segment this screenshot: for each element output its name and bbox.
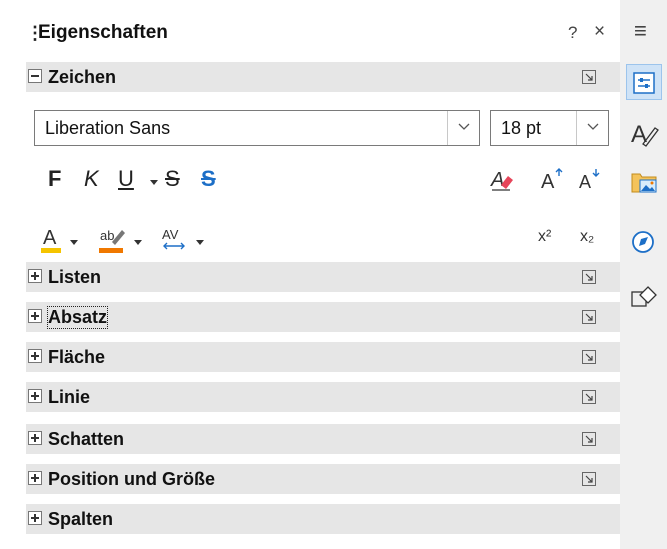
- section-label: Zeichen: [48, 67, 117, 87]
- shadow-button[interactable]: S: [201, 166, 216, 192]
- character-spacing-button[interactable]: AV: [160, 224, 190, 259]
- chevron-down-icon: [587, 123, 599, 130]
- section-label: Listen: [48, 267, 102, 287]
- svg-text:A: A: [541, 171, 555, 192]
- styles-icon: A: [631, 121, 659, 148]
- gallery-icon: [631, 173, 657, 193]
- superscript-button[interactable]: x²: [538, 228, 551, 246]
- shrink-font-icon: A: [579, 169, 600, 192]
- section-spalten[interactable]: Spalten: [26, 504, 620, 534]
- svg-text:A: A: [490, 169, 504, 191]
- svg-text:A: A: [43, 227, 57, 249]
- expand-icon[interactable]: [28, 471, 42, 485]
- more-options-icon[interactable]: [582, 432, 596, 446]
- section-label: Position und Größe: [48, 469, 215, 489]
- sidebar-menu-button[interactable]: ≡: [634, 18, 647, 44]
- help-button[interactable]: ?: [568, 23, 577, 43]
- subscript-button[interactable]: x₂: [580, 228, 594, 246]
- svg-text:A: A: [579, 172, 591, 192]
- font-size-combobox[interactable]: 18 pt: [490, 110, 609, 146]
- section-zeichen-header[interactable]: Zeichen: [26, 62, 620, 92]
- section-label: Fläche: [48, 347, 106, 367]
- expand-icon[interactable]: [28, 389, 42, 403]
- collapse-icon[interactable]: [28, 69, 42, 83]
- highlight-dropdown-icon[interactable]: [134, 240, 142, 245]
- section-linie[interactable]: Linie: [26, 382, 620, 412]
- section-label: Linie: [48, 387, 91, 407]
- strikethrough-button[interactable]: S: [165, 166, 180, 192]
- character-spacing-dropdown-icon[interactable]: [196, 240, 204, 245]
- font-size-dropdown-button[interactable]: [576, 111, 608, 145]
- character-spacing-icon: AV: [162, 227, 185, 250]
- underline-dropdown-icon[interactable]: [150, 180, 158, 185]
- expand-icon[interactable]: [28, 349, 42, 363]
- sidebar-tab-navigator[interactable]: [626, 224, 662, 260]
- expand-icon[interactable]: [28, 309, 42, 323]
- grow-font-button[interactable]: A: [540, 166, 566, 197]
- italic-button[interactable]: K: [84, 166, 99, 192]
- font-size-value: 18 pt: [501, 118, 542, 138]
- font-name-value: Liberation Sans: [45, 118, 171, 138]
- shrink-font-button[interactable]: A: [578, 166, 604, 197]
- properties-panel: ⋮ Eigenschaften ? × Zeichen Liberation S…: [0, 0, 620, 549]
- font-color-icon: A: [41, 227, 61, 253]
- more-options-icon[interactable]: [582, 70, 596, 84]
- bold-button[interactable]: F: [48, 166, 61, 192]
- clear-formatting-button[interactable]: A: [490, 166, 514, 197]
- panel-titlebar: ⋮ Eigenschaften ? ×: [0, 0, 620, 62]
- font-name-combobox[interactable]: Liberation Sans: [34, 110, 480, 146]
- underline-button[interactable]: U: [118, 166, 134, 192]
- panel-title: Eigenschaften: [38, 22, 168, 43]
- expand-icon[interactable]: [28, 511, 42, 525]
- sidebar-tab-shapes[interactable]: [626, 280, 662, 316]
- font-name-dropdown-button[interactable]: [447, 111, 479, 145]
- sidebar-tab-properties[interactable]: [626, 64, 662, 100]
- sidebar-tab-styles[interactable]: A: [626, 114, 662, 150]
- section-absatz[interactable]: Absatz: [26, 302, 620, 332]
- more-options-icon[interactable]: [582, 270, 596, 284]
- highlight-icon: ab: [99, 228, 125, 253]
- shapes-icon: [631, 286, 657, 307]
- grow-font-icon: A: [541, 168, 563, 193]
- section-schatten[interactable]: Schatten: [26, 424, 620, 454]
- properties-icon: [633, 72, 655, 94]
- svg-text:A: A: [631, 121, 647, 148]
- svg-text:ab: ab: [100, 228, 114, 243]
- section-label: Absatz: [46, 306, 109, 329]
- sidebar-tab-gallery[interactable]: [626, 162, 662, 198]
- section-position-und-groesse[interactable]: Position und Größe: [26, 464, 620, 494]
- svg-text:AV: AV: [162, 227, 179, 242]
- more-options-icon[interactable]: [582, 472, 596, 486]
- highlight-button[interactable]: ab: [98, 224, 126, 259]
- section-label: Schatten: [48, 429, 125, 449]
- section-flaeche[interactable]: Fläche: [26, 342, 620, 372]
- expand-icon[interactable]: [28, 431, 42, 445]
- navigator-icon: [632, 231, 654, 253]
- section-listen[interactable]: Listen: [26, 262, 620, 292]
- more-options-icon[interactable]: [582, 310, 596, 324]
- font-color-button[interactable]: A: [40, 224, 64, 259]
- close-button[interactable]: ×: [594, 21, 605, 43]
- more-options-icon[interactable]: [582, 390, 596, 404]
- expand-icon[interactable]: [28, 269, 42, 283]
- section-label: Spalten: [48, 509, 114, 529]
- sidebar-tabbar: ≡ A: [620, 0, 667, 549]
- font-color-dropdown-icon[interactable]: [70, 240, 78, 245]
- chevron-down-icon: [458, 123, 470, 130]
- more-options-icon[interactable]: [582, 350, 596, 364]
- eraser-icon: A: [490, 169, 513, 191]
